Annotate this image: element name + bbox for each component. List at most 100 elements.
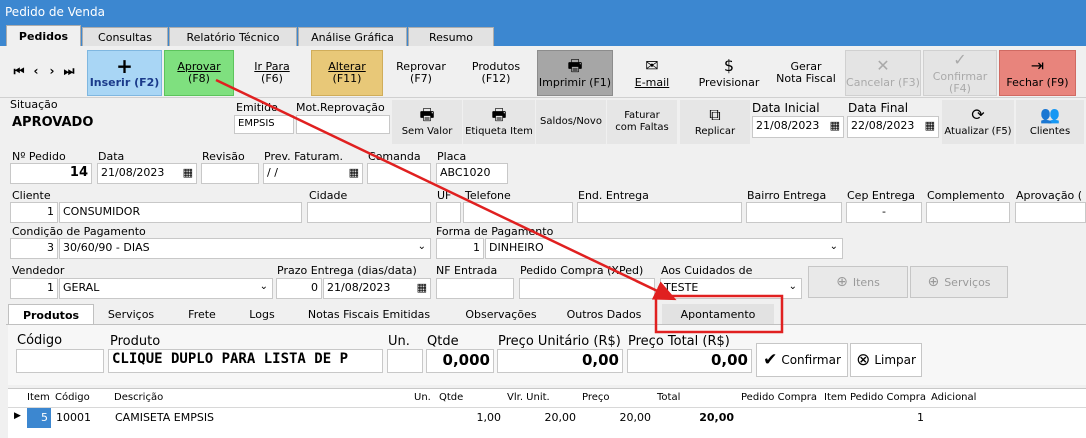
fechar-button[interactable]: ⇥ Fechar (F9)	[999, 50, 1076, 96]
calendar-icon[interactable]: ▦	[349, 166, 359, 179]
calendar-icon[interactable]: ▦	[417, 281, 427, 294]
subtab-notas-fiscais[interactable]: Notas Fiscais Emitidas	[288, 304, 450, 324]
faturar-com-faltas-button[interactable]: Faturar com Faltas	[607, 100, 677, 144]
prazo-entrega-date[interactable]: 21/08/2023 ▦	[323, 278, 431, 299]
data-final-field[interactable]: 22/08/2023 ▦	[847, 116, 939, 138]
grid-header-un: Un.	[414, 392, 431, 403]
calendar-icon[interactable]: ▦	[925, 119, 935, 132]
prev-faturam-field[interactable]: / / ▦	[263, 163, 363, 184]
nf-entrada-label: NF Entrada	[436, 264, 498, 277]
aprovar-button[interactable]: Aprovar (F8)	[164, 50, 234, 96]
cancelar-button[interactable]: ✕ Cancelar (F3)	[845, 50, 921, 96]
servicos-button[interactable]: ⊕ Serviços	[910, 266, 1008, 298]
bairro-entrega-field[interactable]	[746, 202, 842, 223]
subtab-logs[interactable]: Logs	[238, 304, 286, 324]
calendar-icon[interactable]: ▦	[830, 119, 840, 132]
pedido-compra-field[interactable]	[519, 278, 655, 299]
alterar-button[interactable]: Alterar (F11)	[311, 50, 383, 96]
subtab-produtos[interactable]: Produtos	[8, 304, 94, 324]
grid-cell-codigo[interactable]: 10001	[56, 408, 91, 428]
subtab-servicos[interactable]: Serviços	[96, 304, 166, 324]
produtos-button[interactable]: Produtos (F12)	[460, 50, 532, 96]
aos-cuidados-select[interactable]: TESTE ⌄	[660, 278, 802, 299]
comanda-field[interactable]	[367, 163, 431, 184]
gerar-nota-fiscal-button[interactable]: Gerar Nota Fiscal	[770, 50, 842, 96]
forma-pagamento-code[interactable]: 1	[436, 238, 484, 259]
ir-para-button[interactable]: Ir Para (F6)	[236, 50, 308, 96]
forma-pagamento-select[interactable]: DINHEIRO ⌄	[485, 238, 843, 259]
emitido-field[interactable]: EMPSIS	[234, 115, 294, 134]
confirmar-item-button[interactable]: ✔ Confirmar	[756, 343, 848, 377]
subtab-observacoes[interactable]: Observações	[452, 304, 550, 324]
tab-analise-grafica[interactable]: Análise Gráfica	[298, 27, 407, 46]
un-field[interactable]	[387, 349, 423, 373]
telefone-field[interactable]	[463, 202, 573, 223]
tab-resumo[interactable]: Resumo	[408, 27, 494, 46]
qtde-field[interactable]: 0,000	[426, 349, 494, 373]
atualizar-button[interactable]: ⟳ Atualizar (F5)	[942, 100, 1014, 144]
preco-unitario-field[interactable]: 0,00	[497, 349, 623, 373]
revisao-field[interactable]	[201, 163, 259, 184]
calendar-icon[interactable]: ▦	[183, 166, 193, 179]
end-entrega-field[interactable]	[577, 202, 742, 223]
imprimir-button[interactable]: 🖶 Imprimir (F1)	[537, 50, 613, 96]
grid-cell-item[interactable]: 5	[27, 408, 51, 428]
vendedor-select[interactable]: GERAL ⌄	[59, 278, 273, 299]
uf-field[interactable]	[436, 202, 461, 223]
placa-field[interactable]: ABC1020	[436, 163, 508, 184]
cep-entrega-field[interactable]: -	[846, 202, 922, 223]
tab-consultas[interactable]: Consultas	[82, 27, 168, 46]
condicao-pagamento-select[interactable]: 30/60/90 - DIAS ⌄	[59, 238, 431, 259]
subtab-outros-dados[interactable]: Outros Dados	[552, 304, 656, 324]
etiqueta-item-button[interactable]: 🖶 Etiqueta Item	[463, 100, 535, 144]
next-record-button[interactable]: ›	[45, 64, 59, 78]
email-button[interactable]: ✉ E-mail	[616, 50, 688, 96]
complemento-field[interactable]	[926, 202, 1010, 223]
limpar-button[interactable]: ⊗ Limpar	[850, 343, 922, 377]
chevron-down-icon[interactable]: ⌄	[260, 281, 268, 292]
previsionar-button[interactable]: $ Previsionar	[691, 50, 767, 96]
aprovacao-field[interactable]	[1015, 202, 1086, 223]
chevron-down-icon[interactable]: ⌄	[789, 281, 797, 292]
row-selector-icon[interactable]: ▶	[14, 408, 21, 428]
chevron-down-icon[interactable]: ⌄	[830, 241, 838, 252]
npedido-field[interactable]: 14	[10, 163, 92, 184]
vendedor-code[interactable]: 1	[10, 278, 58, 299]
produto-field[interactable]: CLIQUE DUPLO PARA LISTA DE P	[108, 349, 383, 373]
itens-button[interactable]: ⊕ Itens	[808, 266, 908, 298]
grid-cell-descricao[interactable]: CAMISETA EMPSIS	[115, 408, 214, 428]
replicar-button[interactable]: ⧉ Replicar	[680, 100, 750, 144]
confirmar-toolbar-button[interactable]: ✓ Confirmar (F4)	[923, 50, 997, 96]
nf-entrada-field[interactable]	[436, 278, 514, 299]
condicao-pagamento-code[interactable]: 3	[10, 238, 58, 259]
first-record-button[interactable]: ⏮	[12, 64, 26, 79]
codigo-field[interactable]	[16, 349, 104, 373]
tab-pedidos[interactable]: Pedidos	[6, 25, 81, 46]
data-inicial-field[interactable]: 21/08/2023 ▦	[752, 116, 844, 138]
preco-total-field[interactable]: 0,00	[627, 349, 752, 373]
prev-record-button[interactable]: ‹	[29, 64, 43, 78]
grid-cell-preco[interactable]: 20,00	[580, 408, 652, 428]
subtab-frete[interactable]: Frete	[168, 304, 236, 324]
data-field[interactable]: 21/08/2023 ▦	[97, 163, 197, 184]
last-record-button[interactable]: ⏭	[62, 64, 76, 79]
reprovar-button[interactable]: Reprovar (F7)	[385, 50, 457, 96]
cliente-name-field[interactable]: CONSUMIDOR	[59, 202, 302, 223]
grid-cell-qtde[interactable]: 1,00	[439, 408, 502, 428]
cliente-code-field[interactable]: 1	[10, 202, 58, 223]
chevron-down-icon[interactable]: ⌄	[418, 241, 426, 252]
grid-cell-total[interactable]: 20,00	[655, 408, 734, 428]
clientes-button[interactable]: 👥 Clientes	[1016, 100, 1084, 144]
inserir-button[interactable]: + Inserir (F2)	[87, 50, 162, 96]
refresh-icon: ⟳	[971, 105, 985, 124]
prazo-entrega-days[interactable]: 0	[276, 278, 322, 299]
tab-relatorio-tecnico[interactable]: Relatório Técnico	[169, 27, 297, 46]
motivo-reprovacao-field[interactable]	[296, 115, 390, 134]
grid-cell-vlr-unit[interactable]: 20,00	[505, 408, 577, 428]
sem-valor-button[interactable]: 🖶 Sem Valor	[392, 100, 462, 144]
grid-cell-item-pedido-compra[interactable]: 1	[824, 408, 924, 428]
cidade-field[interactable]	[307, 202, 431, 223]
subtab-apontamento[interactable]: Apontamento	[662, 304, 774, 324]
saldos-novo-button[interactable]: Saldos/Novo	[536, 100, 606, 144]
un-label: Un.	[388, 334, 410, 349]
